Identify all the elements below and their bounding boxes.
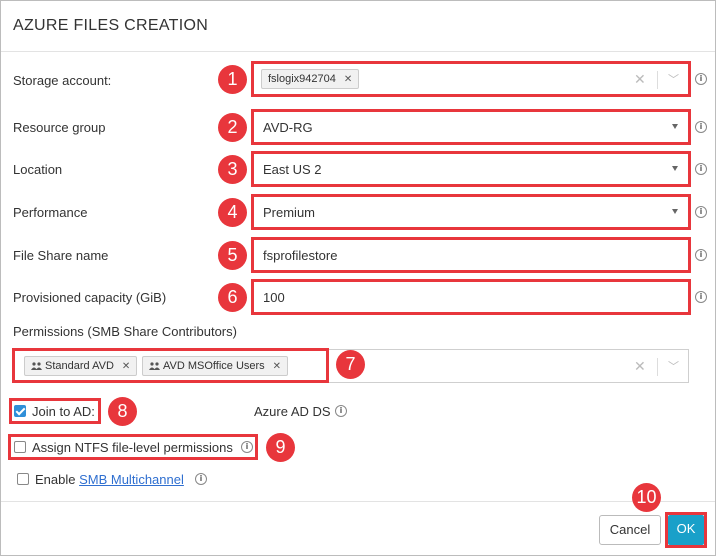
remove-tag-icon[interactable]: ✕ [122, 361, 130, 372]
smb-checkbox[interactable] [17, 473, 29, 485]
info-icon[interactable]: i [695, 206, 707, 218]
clear-icon[interactable]: ✕ [634, 358, 646, 375]
separator [657, 358, 658, 376]
resource-group-value: AVD-RG [263, 120, 313, 135]
callout-5: 5 [218, 241, 247, 270]
callout-3: 3 [218, 155, 247, 184]
smb-label: Enable [35, 472, 80, 487]
clear-icon[interactable]: ✕ [634, 71, 646, 88]
callout-10: 10 [632, 483, 661, 512]
callout-8: 8 [108, 397, 137, 426]
file-share-name-value: fsprofilestore [263, 248, 338, 263]
info-icon[interactable]: i [335, 405, 347, 417]
resource-group-label: Resource group [13, 120, 106, 135]
callout-7: 7 [336, 350, 365, 379]
ntfs-label: Assign NTFS file-level permissions [32, 440, 233, 455]
permissions-highlight: Standard AVD ✕ AVD MSOffice Users ✕ [12, 348, 329, 383]
info-icon[interactable]: i [695, 73, 707, 85]
resource-group-select[interactable]: AVD-RG [251, 109, 691, 145]
file-share-name-input[interactable]: fsprofilestore [251, 237, 691, 273]
info-icon[interactable]: i [695, 163, 707, 175]
smb-option: Enable SMB Multichannel [35, 472, 184, 487]
callout-6: 6 [218, 283, 247, 312]
permission-tag-label: Standard AVD [45, 360, 114, 372]
permission-tag-label: AVD MSOffice Users [163, 360, 265, 372]
footer-divider [1, 501, 715, 502]
callout-4: 4 [218, 198, 247, 227]
performance-value: Premium [263, 205, 316, 220]
join-ad-label: Join to AD: [32, 404, 95, 419]
cancel-button[interactable]: Cancel [599, 515, 661, 545]
smb-multichannel-link[interactable]: SMB Multichannel [79, 472, 184, 487]
dropdown-caret-icon [672, 209, 678, 214]
permission-tag: AVD MSOffice Users ✕ [142, 356, 289, 376]
info-icon[interactable]: i [695, 291, 707, 303]
performance-select[interactable]: Premium [251, 194, 691, 230]
chevron-down-icon[interactable]: ﹀ [668, 358, 679, 374]
location-select[interactable]: East US 2 [251, 151, 691, 187]
file-share-name-label: File Share name [13, 248, 109, 263]
dropdown-caret-icon [672, 124, 678, 129]
provisioned-capacity-value: 100 [263, 290, 285, 305]
location-value: East US 2 [263, 162, 322, 177]
permission-tag: Standard AVD ✕ [24, 356, 138, 376]
provisioned-capacity-label: Provisioned capacity (GiB) [13, 290, 167, 305]
storage-account-tag-label: fslogix942704 [268, 73, 336, 85]
info-icon[interactable]: i [695, 249, 707, 261]
remove-tag-icon[interactable]: ✕ [344, 74, 352, 85]
ok-button[interactable]: OK [668, 515, 704, 545]
permissions-label: Permissions (SMB Share Contributors) [13, 324, 237, 339]
info-icon[interactable]: i [195, 473, 207, 485]
join-ad-checkbox[interactable] [14, 405, 26, 417]
remove-tag-icon[interactable]: ✕ [273, 361, 281, 372]
provisioned-capacity-input[interactable]: 100 [251, 279, 691, 315]
callout-2: 2 [218, 113, 247, 142]
storage-account-label: Storage account: [13, 73, 112, 88]
info-icon[interactable]: i [695, 121, 707, 133]
chevron-down-icon[interactable]: ﹀ [668, 71, 679, 87]
separator [657, 71, 658, 89]
callout-1: 1 [218, 65, 247, 94]
dialog-header: AZURE FILES CREATION [1, 1, 715, 52]
azure-ad-ds-label: Azure AD DS [254, 404, 331, 419]
dialog-title: AZURE FILES CREATION [13, 17, 209, 34]
group-icon [149, 362, 160, 370]
storage-account-tag: fslogix942704 ✕ [261, 69, 360, 89]
performance-label: Performance [13, 205, 88, 220]
callout-9: 9 [266, 433, 295, 462]
dropdown-caret-icon [672, 166, 678, 171]
ntfs-checkbox[interactable] [14, 441, 26, 453]
azure-files-creation-dialog: AZURE FILES CREATION Storage account: fs… [0, 0, 716, 556]
location-label: Location [13, 162, 63, 177]
storage-account-select[interactable]: fslogix942704 ✕ ✕ ﹀ [251, 61, 691, 97]
group-icon [31, 362, 42, 370]
info-icon[interactable]: i [241, 441, 253, 453]
